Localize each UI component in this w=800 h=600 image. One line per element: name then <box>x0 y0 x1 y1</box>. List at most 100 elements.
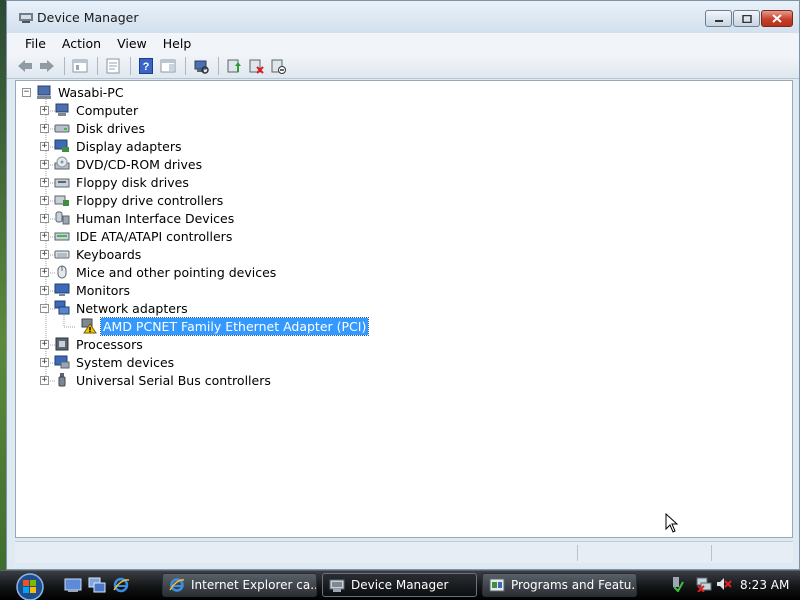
tree-item-label: Monitors <box>76 282 131 298</box>
start-button[interactable] <box>8 572 50 600</box>
monitor-icon <box>54 283 70 296</box>
mouse-icon <box>57 265 67 279</box>
usb-icon <box>58 373 66 387</box>
window-title: Device Manager <box>37 10 139 25</box>
tree-item-label: Human Interface Devices <box>76 210 235 226</box>
tree-category-network-adapters[interactable]: − Network adapters <box>40 299 190 317</box>
expand-toggle[interactable]: + <box>40 141 49 151</box>
tree-root[interactable]: − Wasabi-PC <box>22 83 126 101</box>
back-button[interactable] <box>15 56 35 76</box>
internet-explorer-icon[interactable] <box>112 577 130 593</box>
expand-toggle[interactable]: + <box>40 213 49 223</box>
safely-remove-icon[interactable] <box>670 576 684 592</box>
expand-toggle[interactable]: + <box>40 249 49 259</box>
tree-item-label: Floppy drive controllers <box>76 192 224 208</box>
tree-item-label: Display adapters <box>76 138 182 154</box>
expand-toggle[interactable]: + <box>40 267 49 277</box>
ide-controller-icon <box>54 232 70 241</box>
collapse-toggle[interactable]: − <box>40 303 49 313</box>
network-disconnected-icon[interactable] <box>696 576 712 592</box>
floppy-drive-icon <box>54 178 70 188</box>
disable-button[interactable] <box>268 56 288 76</box>
forward-button[interactable] <box>37 56 57 76</box>
properties-button[interactable] <box>103 56 123 76</box>
computer-icon <box>37 85 51 99</box>
taskbar-button-label: Internet Explorer ca... <box>191 578 317 592</box>
show-desktop-icon[interactable] <box>64 577 82 593</box>
help-button[interactable]: ? <box>136 56 156 76</box>
toolbar-separator <box>64 56 65 75</box>
network-adapter-icon <box>54 300 70 315</box>
tree-category-keyboards[interactable]: + Keyboards <box>40 245 143 263</box>
expand-toggle[interactable]: + <box>40 177 49 187</box>
minimize-button[interactable] <box>705 10 732 27</box>
maximize-icon <box>741 14 752 23</box>
tree-category-processors[interactable]: + Processors <box>40 335 145 353</box>
tree-category-dvd-cd-rom-drives[interactable]: + DVD/CD-ROM drives <box>40 155 204 173</box>
tree-category-system-devices[interactable]: + System devices <box>40 353 176 371</box>
action-pane-button[interactable] <box>158 56 178 76</box>
taskbar-button-programs-and-featu[interactable]: Programs and Featu... <box>482 573 637 597</box>
collapse-toggle[interactable]: − <box>22 87 31 97</box>
tree-category-computer[interactable]: + Computer <box>40 101 140 119</box>
system-clock[interactable]: 8:23 AM <box>740 578 789 592</box>
menu-view[interactable]: View <box>109 36 155 51</box>
tree-category-floppy-disk-drives[interactable]: + Floppy disk drives <box>40 173 191 191</box>
tree-category-floppy-drive-controllers[interactable]: + Floppy drive controllers <box>40 191 225 209</box>
expand-toggle[interactable]: + <box>40 375 49 385</box>
tree-item-label: IDE ATA/ATAPI controllers <box>76 228 233 244</box>
tree-category-display-adapters[interactable]: + Display adapters <box>40 137 183 155</box>
expand-toggle[interactable]: + <box>40 285 49 295</box>
uninstall-icon <box>249 59 264 74</box>
svg-text:?: ? <box>143 61 150 73</box>
menu-action[interactable]: Action <box>54 36 109 51</box>
expand-toggle[interactable]: + <box>40 159 49 169</box>
device-manager-icon <box>329 579 345 592</box>
expand-toggle[interactable]: + <box>40 105 49 115</box>
update-driver-button[interactable] <box>224 56 244 76</box>
expand-toggle[interactable]: + <box>40 195 49 205</box>
device-manager-icon <box>19 13 33 23</box>
taskbar-button-internet-explorer-ca[interactable]: Internet Explorer ca... <box>162 573 317 597</box>
console-tree-button[interactable] <box>70 56 90 76</box>
mouse-cursor-icon <box>665 513 679 533</box>
title-bar[interactable]: Device Manager <box>7 1 799 33</box>
tree-category-ide-ata-atapi-controllers[interactable]: + IDE ATA/ATAPI controllers <box>40 227 234 245</box>
expand-toggle[interactable]: + <box>40 123 49 133</box>
update-driver-icon <box>227 59 241 72</box>
tree-category-universal-serial-bus-controllers[interactable]: + Universal Serial Bus controllers <box>40 371 273 389</box>
tree-item-label: Floppy disk drives <box>76 174 189 190</box>
menu-file[interactable]: File <box>17 36 54 51</box>
tree-category-human-interface-devices[interactable]: + Human Interface Devices <box>40 209 236 227</box>
tree-item-label: Keyboards <box>76 246 142 262</box>
action-pane-icon <box>160 59 176 72</box>
volume-muted-icon[interactable] <box>716 576 732 592</box>
menu-help[interactable]: Help <box>155 36 200 51</box>
tree-category-mice-and-other-pointing-devices[interactable]: + Mice and other pointing devices <box>40 263 278 281</box>
floppy-controller-icon <box>54 195 69 206</box>
expand-toggle[interactable]: + <box>40 231 49 241</box>
scan-hardware-button[interactable] <box>191 56 211 76</box>
expand-toggle[interactable]: + <box>40 339 49 349</box>
disable-icon <box>271 59 286 74</box>
maximize-button[interactable] <box>733 10 760 27</box>
tree-item-label: DVD/CD-ROM drives <box>76 156 203 172</box>
tree-item-label: Computer <box>76 102 139 118</box>
display-adapter-icon <box>54 139 69 152</box>
device-tree-pane[interactable]: − Wasabi-PC + Computer + Disk drives + Displa… <box>15 80 793 538</box>
expand-toggle[interactable]: + <box>40 357 49 367</box>
tree-device-amd-pcnet-family-ethernet-adapter-pci[interactable]: AMD PCNET Family Ethernet Adapter (PCI) <box>81 316 370 336</box>
forward-icon <box>40 59 54 72</box>
close-button[interactable] <box>761 10 793 27</box>
switch-windows-icon[interactable] <box>88 577 106 593</box>
console-tree-icon <box>72 59 88 72</box>
uninstall-button[interactable] <box>246 56 266 76</box>
keyboard-icon <box>54 250 70 259</box>
status-pane <box>711 545 793 561</box>
device-tree: − Wasabi-PC + Computer + Disk drives + Displa… <box>16 81 792 537</box>
taskbar-button-device-manager[interactable]: Device Manager <box>322 573 477 597</box>
dvd-drive-icon <box>54 156 70 170</box>
tree-category-monitors[interactable]: + Monitors <box>40 281 132 299</box>
toolbar-separator <box>218 56 219 75</box>
tree-category-disk-drives[interactable]: + Disk drives <box>40 119 147 137</box>
